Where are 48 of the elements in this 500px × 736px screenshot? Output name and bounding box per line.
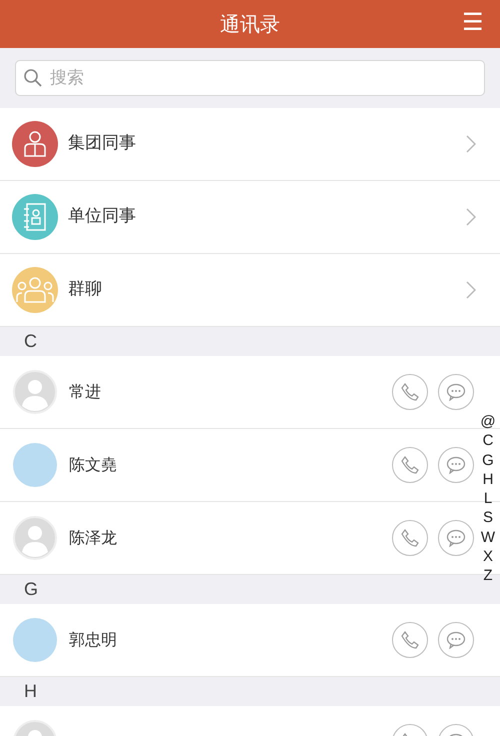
chat-bubble-icon [446,529,466,547]
menu-button[interactable]: ☰ [462,8,484,38]
contact-name: 常进 [69,381,101,403]
group-label: 集团同事 [68,132,137,156]
contact-name: 陈泽龙 [69,527,117,549]
group-label: 群聊 [68,278,103,302]
chat-bubble-icon [446,631,466,649]
phone-icon [401,456,419,474]
call-button[interactable] [392,622,428,658]
index-letter[interactable]: W [480,528,496,548]
call-button[interactable] [392,374,428,410]
index-letter[interactable]: C [482,431,494,451]
phone-icon [401,383,419,401]
section-letter: C [24,330,37,353]
search-field[interactable]: 搜索 [15,60,485,96]
person-icon [22,130,48,158]
index-letter[interactable]: @ [480,412,496,432]
chevron-right-icon [466,135,476,153]
message-button[interactable] [438,520,474,556]
message-button[interactable] [438,447,474,483]
contact-name: 郭忠明 [69,629,117,651]
call-button[interactable] [392,447,428,483]
address-book-icon [23,202,47,232]
group-list-item[interactable]: 集团同事 [0,108,500,181]
chevron-right-icon [466,281,476,299]
message-button[interactable] [438,374,474,410]
search-icon [23,68,43,88]
page-title: 通讯录 [220,11,280,38]
index-letter[interactable]: S [482,508,493,528]
message-button[interactable] [438,622,474,658]
chevron-right-icon [466,208,476,226]
contact-name: 陈文堯 [69,454,117,476]
index-letter[interactable]: L [484,489,492,508]
group-icon [15,276,55,304]
chat-bubble-icon [446,383,466,401]
group-list-item[interactable]: 单位同事 [0,181,500,254]
group-label: 单位同事 [68,205,137,228]
section-letter: H [24,680,37,703]
phone-icon [401,631,419,649]
group-list-item[interactable]: 群聊 [0,254,500,327]
index-letter[interactable]: G [482,450,494,470]
index-letter[interactable]: X [482,547,493,566]
index-letter[interactable]: H [482,470,494,490]
section-letter: G [24,578,38,601]
index-letter[interactable]: Z [483,566,493,586]
phone-icon [401,529,419,547]
chat-bubble-icon [446,456,466,474]
call-button[interactable] [392,520,428,556]
